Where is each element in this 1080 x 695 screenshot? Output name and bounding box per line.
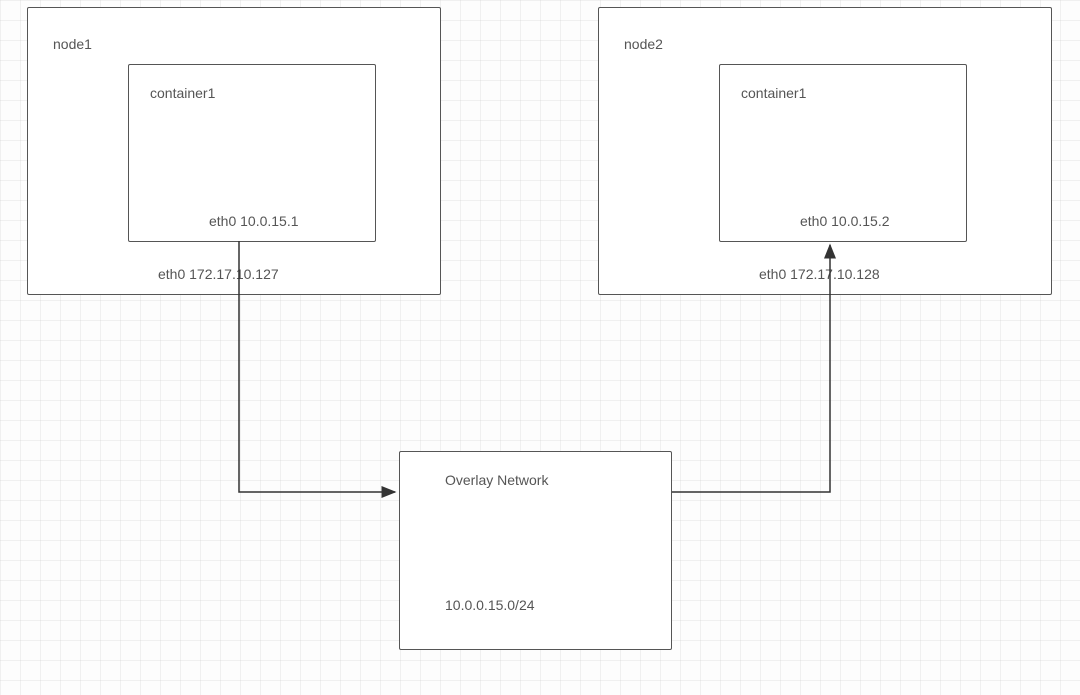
node1-interface: eth0 172.17.10.127 [158, 266, 279, 282]
node1-title: node1 [53, 36, 92, 52]
node1-container-box: container1 eth0 10.0.15.1 [128, 64, 376, 242]
node2-title: node2 [624, 36, 663, 52]
node2-container-interface: eth0 10.0.15.2 [800, 213, 890, 229]
overlay-subnet: 10.0.0.15.0/24 [445, 597, 535, 613]
node2-interface: eth0 172.17.10.128 [759, 266, 880, 282]
node2-container-box: container1 eth0 10.0.15.2 [719, 64, 967, 242]
node1-box: node1 container1 eth0 10.0.15.1 eth0 172… [27, 7, 441, 295]
overlay-title: Overlay Network [445, 472, 548, 488]
node1-container-title: container1 [150, 85, 215, 101]
node2-box: node2 container1 eth0 10.0.15.2 eth0 172… [598, 7, 1052, 295]
node2-container-title: container1 [741, 85, 806, 101]
overlay-network-box: Overlay Network 10.0.0.15.0/24 [399, 451, 672, 650]
node1-container-interface: eth0 10.0.15.1 [209, 213, 299, 229]
